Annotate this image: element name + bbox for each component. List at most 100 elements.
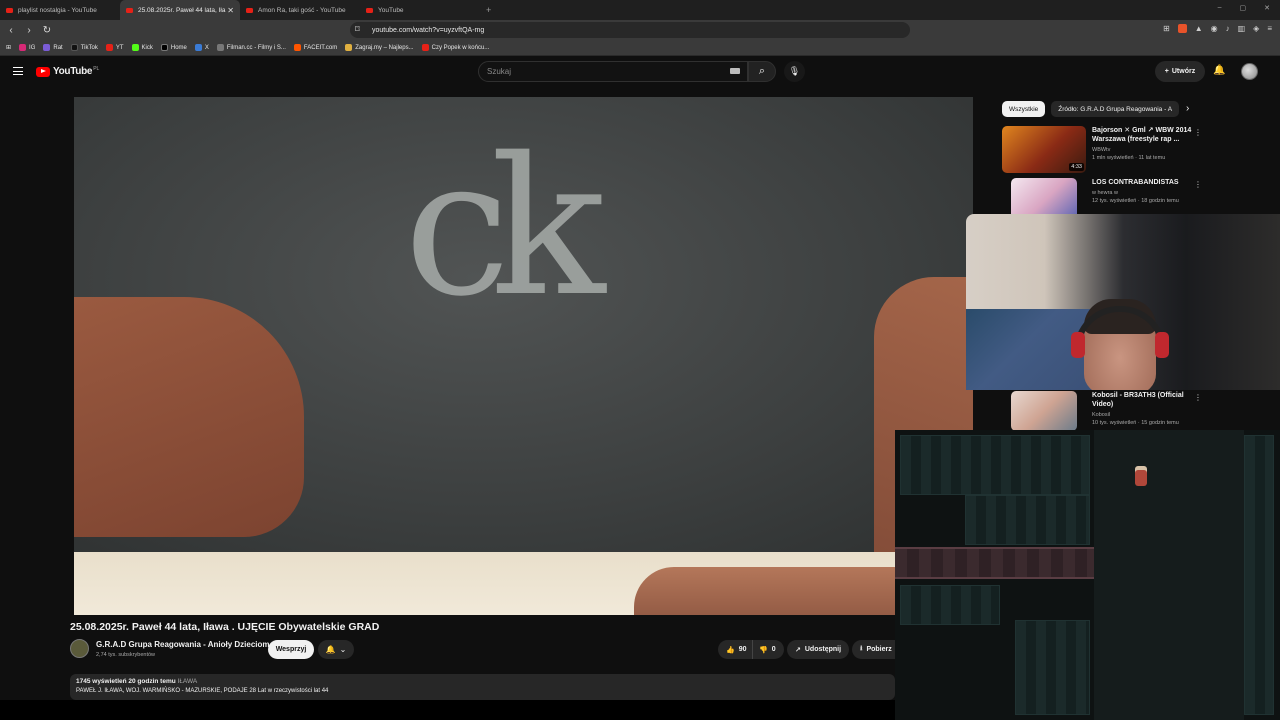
rec-channel: WBWtv (1092, 147, 1111, 153)
video-thumbnail: 4:33 (1002, 126, 1086, 173)
rec-title: LOS CONTRABANDISTAS (1092, 179, 1179, 186)
chip-all[interactable]: Wszystkie (1002, 101, 1046, 117)
close-tab-icon[interactable]: ✕ (227, 6, 234, 15)
video-frame-shirt-print: ck (404, 117, 605, 338)
tab-label: Amon Ra, taki gość - YouTube (258, 6, 346, 14)
channel-name[interactable]: G.R.A.D Grupa Reagowania - Anioły Dzieci… (96, 640, 270, 649)
account-avatar[interactable] (1241, 63, 1258, 80)
address-toolbar: ‹ › ↻ youtube.com/watch?v=uyzvftQA-mg (0, 20, 1280, 40)
video-player[interactable]: ck (74, 97, 973, 615)
youtube-favicon-icon (6, 7, 13, 13)
download-button[interactable]: ⭳ Pobierz (852, 640, 895, 659)
vpn-icon[interactable]: ◉ (1211, 24, 1218, 33)
voice-search-button[interactable]: 🎙 (784, 61, 805, 82)
back-icon[interactable]: ‹ (4, 25, 18, 36)
minimize-icon[interactable]: – (1218, 4, 1222, 12)
search-button[interactable]: ⌕ (748, 61, 776, 82)
chip-source[interactable]: Źródło: G.R.A.D Grupa Reagowania - A (1051, 101, 1180, 117)
description-box[interactable]: 1745 wyświetleń 20 godzin temu IŁAWA PAW… (70, 674, 895, 700)
youtube-favicon-icon (246, 7, 253, 13)
tab-label: playlist nostalgia - YouTube (18, 6, 97, 14)
download-icon: ⭳ (860, 645, 863, 652)
more-options-icon[interactable]: ⋮ (1194, 128, 1202, 137)
reload-icon[interactable]: ↻ (40, 25, 54, 36)
bookmark-tiktok[interactable]: TikTok (70, 44, 98, 51)
tab-4[interactable]: YouTube (360, 0, 480, 20)
youtube-logo[interactable]: YouTube PL (36, 66, 99, 77)
chevron-right-icon[interactable]: › (1186, 103, 1189, 114)
thumbs-down-icon: 👎 (759, 646, 768, 654)
webcam-overlay (966, 214, 1280, 390)
rewards-icon[interactable]: ▲ (1195, 24, 1203, 33)
thumbs-up-icon: 👍 (726, 646, 735, 654)
more-options-icon[interactable]: ⋮ (1194, 393, 1202, 402)
close-window-icon[interactable]: ✕ (1264, 4, 1270, 12)
guide-menu-icon[interactable] (13, 67, 23, 75)
brave-shield-icon[interactable] (1177, 24, 1187, 33)
bookmark-popek[interactable]: Czy Popek w końcu... (421, 44, 489, 51)
tab-2-active[interactable]: 25.08.2025r. Paweł 44 lata, Iła ✕ (120, 0, 240, 20)
browser-tab-bar: playlist nostalgia - YouTube 25.08.2025r… (0, 0, 1280, 20)
sidebar-icon[interactable]: ▥ (1238, 24, 1246, 33)
wallet-icon[interactable]: ◈ (1253, 24, 1259, 33)
description-text: PAWEŁ J. IŁAWA, WOJ. WARMIŃSKO - MAZURSK… (76, 688, 329, 694)
bookmark-page-icon[interactable]: ⌑ (355, 24, 360, 35)
tab-3[interactable]: Amon Ra, taki gość - YouTube (240, 0, 360, 20)
keyboard-icon[interactable] (730, 68, 740, 74)
rec-meta: 12 tys. wyświetleń · 18 godzin temu (1092, 198, 1179, 204)
bell-icon: 🔔 (325, 645, 336, 654)
bookmark-ig[interactable]: IG (19, 44, 35, 51)
notifications-bell-icon[interactable]: 🔔 (1213, 65, 1225, 76)
tab-1[interactable]: playlist nostalgia - YouTube (0, 0, 120, 20)
game-bridge (895, 547, 1094, 579)
menu-icon[interactable]: ≡ (1267, 24, 1272, 33)
share-icon: ↗ (795, 646, 801, 654)
more-options-icon[interactable]: ⋮ (1194, 180, 1202, 189)
game-wall (900, 435, 1090, 495)
bookmarks-bar: ⊞ IG Rat TikTok YT Kick Home X Filman.cc… (0, 40, 1280, 56)
search-icon: ⌕ (758, 65, 766, 77)
bookmark-yt[interactable]: YT (105, 44, 124, 51)
bookmark-zagraj[interactable]: Zagraj.my – Najleps... (345, 44, 414, 51)
url-field[interactable]: youtube.com/watch?v=uyzvftQA-mg (350, 22, 910, 38)
bookmark-x[interactable]: X (194, 44, 209, 51)
forward-icon[interactable]: › (22, 25, 36, 36)
video-frame-arm (74, 297, 304, 537)
tab-label: 25.08.2025r. Paweł 44 lata, Iła (138, 6, 226, 14)
bookmark-home[interactable]: Home (160, 44, 187, 51)
extension-icon[interactable]: ⊞ (1163, 24, 1170, 33)
create-button[interactable]: + Utwórz (1155, 61, 1205, 82)
subscription-bell-button[interactable]: 🔔 ⌄ (318, 640, 354, 659)
new-tab-icon[interactable]: + (486, 5, 491, 15)
headset-earcup (1155, 332, 1169, 358)
rec-channel: w hewra w (1092, 190, 1118, 196)
dislike-button[interactable]: 👎 0 (752, 640, 784, 659)
bookmark-kick[interactable]: Kick (131, 44, 153, 51)
video-frame-hands (634, 567, 934, 615)
rec-title: Kobosil - BR3ATH3 (Official Video) (1092, 392, 1184, 408)
list-item[interactable]: Kobosil - BR3ATH3 (Official Video) Kobos… (1002, 391, 1202, 431)
rec-channel: Kobosil (1092, 412, 1111, 418)
game-overlay (895, 430, 1280, 720)
plus-icon: + (1164, 68, 1169, 75)
bookmark-faceit[interactable]: FACEIT.com (293, 44, 337, 51)
description-meta: 1745 wyświetleń 20 godzin temu IŁAWA (76, 678, 198, 685)
game-wall (965, 495, 1090, 545)
media-icon[interactable]: ♪ (1226, 24, 1230, 33)
channel-avatar[interactable] (70, 639, 89, 658)
rec-meta: 1 mln wyświetleń · 11 lat temu (1092, 155, 1166, 161)
game-wall (1244, 435, 1274, 715)
like-button[interactable]: 👍 90 (718, 640, 753, 659)
tab-label: YouTube (378, 6, 404, 14)
rec-title: Bajorson ✕ Gml ↗ WBW 2014 Warszawa (free… (1092, 127, 1192, 143)
rec-meta: 10 tys. wyświetleń · 15 godzin temu (1092, 420, 1179, 426)
bookmark-filman[interactable]: Filman.cc - Filmy i S... (216, 44, 286, 51)
maximize-icon[interactable]: ▢ (1240, 4, 1247, 12)
game-player-sprite (1135, 470, 1147, 486)
search-input[interactable]: Szukaj (478, 61, 748, 82)
support-button[interactable]: Wesprzyj (268, 640, 314, 659)
share-button[interactable]: ↗ Udostępnij (787, 640, 850, 659)
list-item[interactable]: 4:33 Bajorson ✕ Gml ↗ WBW 2014 Warszawa … (1002, 126, 1202, 173)
bookmark-rat[interactable]: Rat (43, 44, 63, 51)
apps-icon[interactable]: ⊞ (6, 44, 11, 51)
